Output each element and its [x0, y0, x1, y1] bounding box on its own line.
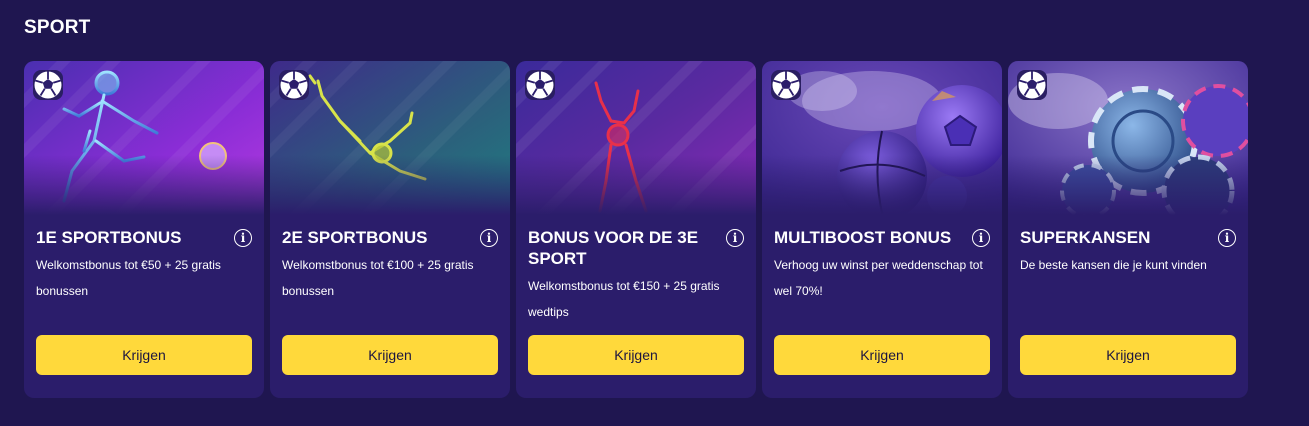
promo-image-sport-balls: [762, 61, 1002, 215]
claim-button[interactable]: Krijgen: [282, 335, 498, 375]
soccer-ball-icon: [525, 70, 555, 100]
info-icon[interactable]: i: [1218, 229, 1236, 247]
promo-description: De beste kansen die je kunt vinden: [1020, 258, 1207, 272]
promo-image-casino-chips: [1008, 61, 1248, 215]
soccer-ball-icon: [33, 70, 63, 100]
promo-title: SUPERKANSEN: [1020, 228, 1151, 247]
soccer-ball-icon: [279, 70, 309, 100]
info-icon[interactable]: i: [234, 229, 252, 247]
claim-button[interactable]: Krijgen: [36, 335, 252, 375]
promo-image-player-celebration: [516, 61, 756, 215]
info-icon[interactable]: i: [726, 229, 744, 247]
info-icon[interactable]: i: [972, 229, 990, 247]
claim-button[interactable]: Krijgen: [774, 335, 990, 375]
promo-title: MULTIBOOST BONUS: [774, 228, 952, 247]
promo-image-goalkeeper: [270, 61, 510, 215]
promo-description: Welkomstbonus tot €100 + 25 gratis bonus…: [282, 258, 474, 298]
promo-card: SUPERKANSEN i De beste kansen die je kun…: [1008, 61, 1248, 398]
promo-cards: 1E SPORTBONUS i Welkomstbonus tot €50 + …: [24, 61, 1248, 398]
promo-description: Welkomstbonus tot €50 + 25 gratis bonuss…: [36, 258, 221, 298]
promo-description: Welkomstbonus tot €150 + 25 gratis wedti…: [528, 279, 720, 319]
promo-description: Verhoog uw winst per weddenschap tot wel…: [774, 258, 983, 298]
promo-title: BONUS VOOR DE 3E SPORT: [528, 228, 699, 268]
promo-image-soccer-player: [24, 61, 264, 215]
info-icon[interactable]: i: [480, 229, 498, 247]
promo-card: MULTIBOOST BONUS i Verhoog uw winst per …: [762, 61, 1002, 398]
promo-card: 2E SPORTBONUS i Welkomstbonus tot €100 +…: [270, 61, 510, 398]
promo-card: 1E SPORTBONUS i Welkomstbonus tot €50 + …: [24, 61, 264, 398]
soccer-ball-icon: [1017, 70, 1047, 100]
promo-title: 1E SPORTBONUS: [36, 228, 182, 247]
soccer-ball-icon: [771, 70, 801, 100]
promo-title: 2E SPORTBONUS: [282, 228, 428, 247]
claim-button[interactable]: Krijgen: [1020, 335, 1236, 375]
section-title: SPORT: [24, 17, 91, 38]
promo-card: BONUS VOOR DE 3E SPORT i Welkomstbonus t…: [516, 61, 756, 398]
claim-button[interactable]: Krijgen: [528, 335, 744, 375]
